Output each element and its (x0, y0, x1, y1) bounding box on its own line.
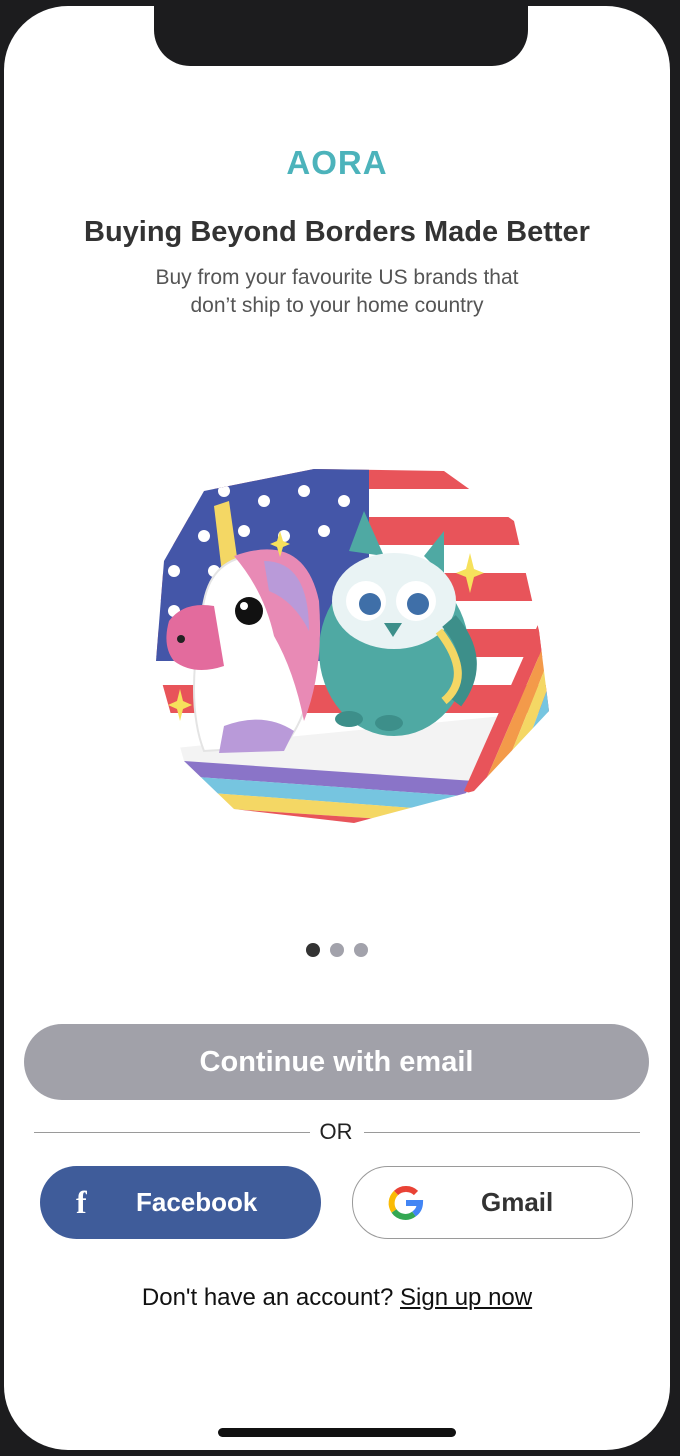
carousel-dot-3[interactable] (354, 943, 368, 957)
onboarding-headline: Buying Beyond Borders Made Better (84, 216, 590, 248)
divider-line-left (34, 1132, 310, 1133)
device-notch (154, 6, 528, 66)
home-indicator[interactable] (218, 1428, 456, 1437)
signup-prompt: Don't have an account? Sign up now (4, 1284, 670, 1312)
carousel-dot-2[interactable] (330, 943, 344, 957)
carousel-dot-1[interactable] (306, 943, 320, 957)
facebook-icon: f (76, 1184, 87, 1220)
phone-screen: AORA Buying Beyond Borders Made Better B… (4, 6, 670, 1450)
continue-with-email-button[interactable]: Continue with email (24, 1024, 649, 1100)
divider-or-text: OR (319, 1119, 353, 1144)
signup-prompt-text: Don't have an account? (141, 1284, 394, 1311)
onboarding-subtitle: Buy from your favourite US brands that d… (155, 266, 519, 317)
gmail-login-button[interactable]: Gmail (352, 1166, 633, 1239)
onboarding-illustration (156, 469, 549, 823)
divider-line-right (364, 1132, 640, 1133)
facebook-button-label: Facebook (136, 1187, 258, 1217)
facebook-login-button[interactable]: f Facebook (40, 1166, 321, 1239)
sign-up-link[interactable]: Sign up now (400, 1284, 532, 1311)
gmail-button-label: Gmail (481, 1187, 554, 1217)
brand-logo: AORA (286, 144, 388, 181)
google-icon (388, 1186, 424, 1220)
carousel-page-indicator (4, 943, 670, 957)
